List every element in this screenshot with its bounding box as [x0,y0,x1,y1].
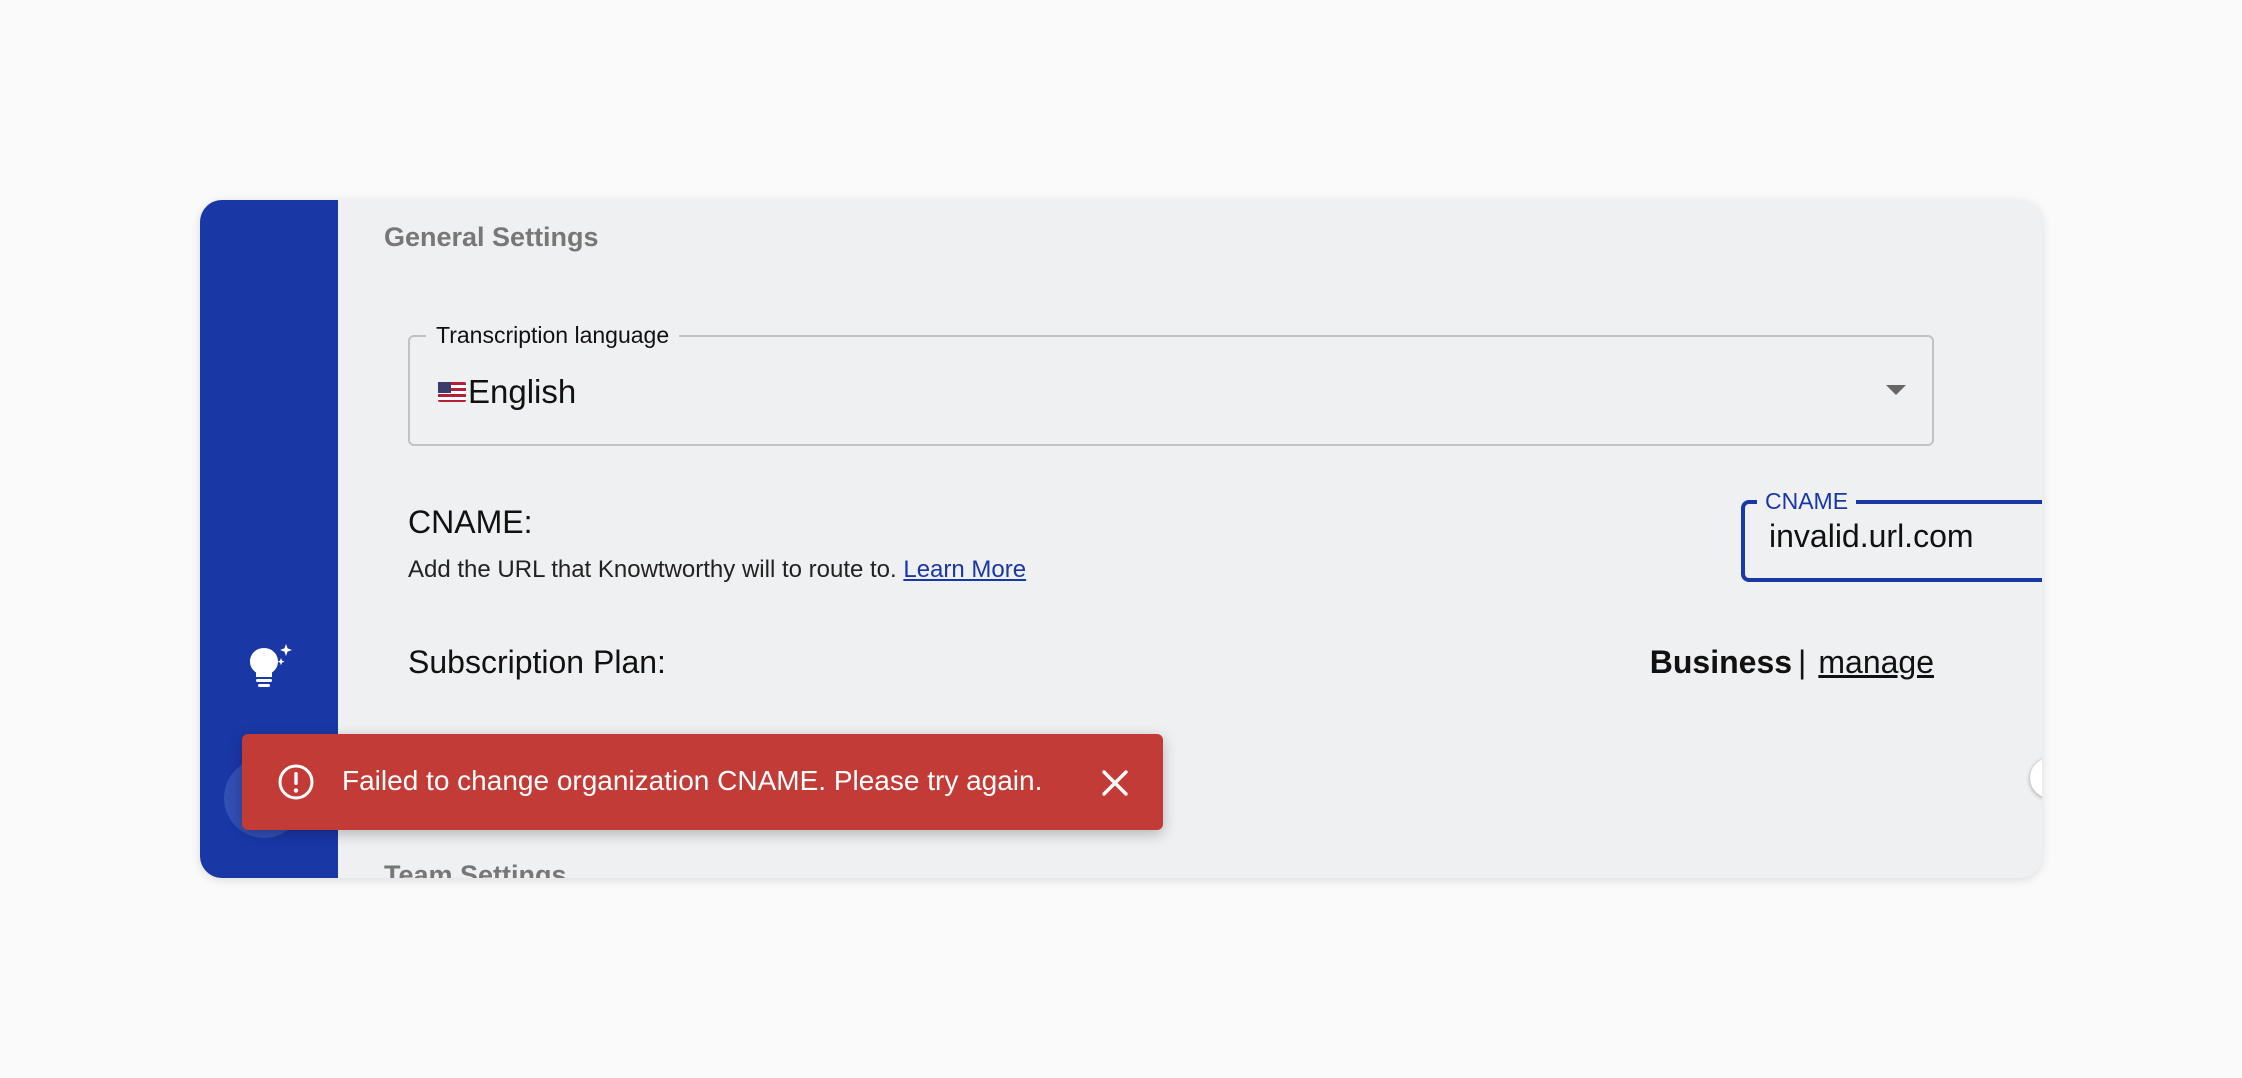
chevron-down-icon[interactable] [1886,385,1906,395]
snackbar-message: Failed to change organization CNAME. Ple… [342,765,1043,796]
cname-field[interactable]: CNAME [1741,488,2042,582]
subscription-separator: | [1798,644,1807,680]
setting-toggle[interactable] [2030,756,2042,798]
subscription-plan: Business | manage [1650,644,1934,681]
subscription-title: Subscription Plan: [408,644,666,680]
lightbulb-sparkle-icon[interactable] [244,642,296,694]
section-title-team: Team Settings [384,860,567,878]
language-select[interactable]: Transcription language English [408,322,1934,446]
language-select-label: Transcription language [426,322,680,349]
error-snackbar: Failed to change organization CNAME. Ple… [242,734,1163,830]
language-name: English [468,373,577,410]
cname-title: CNAME: [408,504,533,540]
cname-field-label: CNAME [1757,488,1857,515]
cname-help-text: Add the URL that Knowtworthy will to rou… [408,556,1026,584]
us-flag-icon [438,382,466,402]
learn-more-link[interactable]: Learn More [903,556,1026,583]
manage-subscription-link[interactable]: manage [1818,644,1934,680]
cname-input[interactable] [1769,518,2042,555]
language-select-value: English [438,373,576,411]
toggle-thumb [2030,758,2042,798]
cname-help-body: Add the URL that Knowtworthy will to rou… [408,556,904,583]
section-title-general: General Settings [384,222,599,252]
subscription-plan-name: Business [1649,644,1793,680]
close-icon[interactable] [1100,768,1130,798]
error-icon [276,762,316,802]
